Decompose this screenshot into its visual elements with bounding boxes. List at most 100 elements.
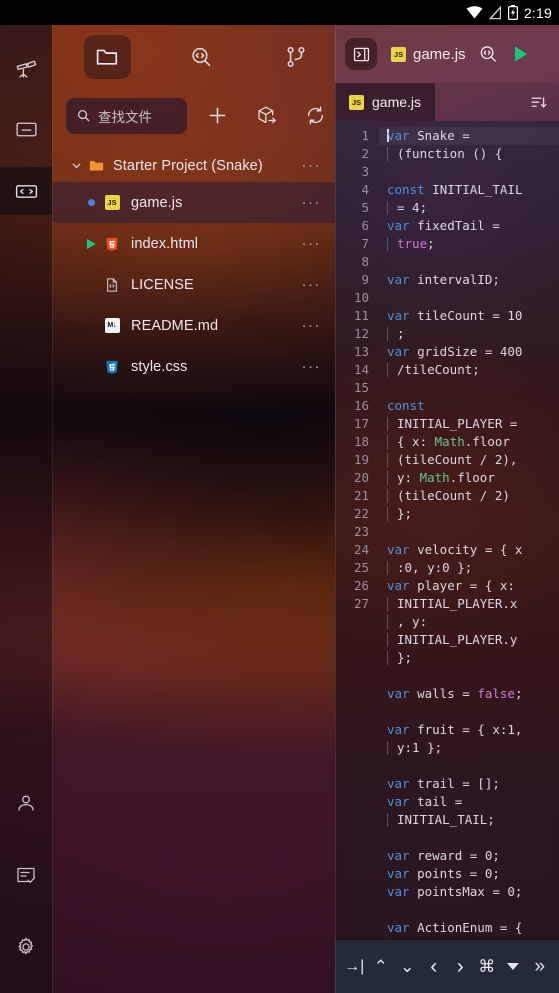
tab-code-search[interactable] [175,35,226,79]
tab-files[interactable] [84,34,132,79]
panel-expand-button[interactable] [345,38,377,70]
refresh-button[interactable] [297,96,335,136]
code-content[interactable]: var Snake = (function () { const INITIAL_… [379,121,559,940]
folder-filled-icon [88,157,105,174]
code-line[interactable]: INITIAL_PLAYER.x [379,595,559,613]
line-number: 5 [361,200,369,215]
code-line[interactable]: var fruit = { x:1, [379,721,559,739]
search-input[interactable]: 查找文件 [66,97,187,134]
code-line[interactable] [379,829,559,847]
dropdown-key[interactable] [501,950,525,984]
arrow-left-key[interactable]: ‹ [422,950,446,984]
code-line[interactable] [379,703,559,721]
code-line[interactable]: (tileCount / 2), [379,451,559,469]
more-keys[interactable]: » [528,950,552,984]
project-row[interactable]: Starter Project (Snake) ··· [52,149,335,182]
file-row-readme-md[interactable]: M↓ README.md ··· [52,305,335,346]
sidebar-item-inbox[interactable] [0,105,52,153]
code-line[interactable]: var Snake = [379,127,559,145]
code-line[interactable]: INITIAL_PLAYER = [379,415,559,433]
editor-search-button[interactable] [472,38,504,70]
code-line[interactable] [379,523,559,541]
tab-game-js[interactable]: JS game.js [335,83,436,121]
code-line[interactable]: :0, y:0 }; [379,559,559,577]
code-line[interactable] [379,379,559,397]
code-line[interactable] [379,901,559,919]
code-line[interactable]: INITIAL_PLAYER.y [379,631,559,649]
code-line[interactable]: , y: [379,613,559,631]
tab-key[interactable]: →| [342,950,366,984]
code-line[interactable]: var points = 0; [379,865,559,883]
sidebar-item-explore[interactable] [0,43,52,91]
add-file-button[interactable] [198,96,236,136]
code-line[interactable]: var trail = []; [379,775,559,793]
code-line[interactable]: y: Math.floor [379,469,559,487]
chevron-down-icon[interactable] [66,159,86,172]
code-editor[interactable]: 1 2 3 4 5 6 7 8 9 10 11 12 13 14 15 16 17 18 19 20 21 22 23 24 2… [335,121,559,940]
code-line[interactable]: var velocity = { x [379,541,559,559]
code-line[interactable] [379,289,559,307]
code-line[interactable] [379,253,559,271]
line-number: 20 [353,470,369,485]
code-line[interactable]: { x: Math.floor [379,433,559,451]
code-line[interactable]: INITIAL_TAIL; [379,811,559,829]
project-menu-button[interactable]: ··· [302,158,322,173]
code-line[interactable]: var tail = [379,793,559,811]
code-line[interactable]: var walls = false; [379,685,559,703]
code-token: false [477,686,515,701]
code-line[interactable]: const INITIAL_TAIL [379,181,559,199]
file-menu-button[interactable]: ··· [302,318,322,333]
sidebar-item-tasks[interactable] [0,851,52,899]
file-name: game.js [131,194,183,211]
file-row-game-js[interactable]: JS game.js ··· [52,182,335,223]
code-line[interactable]: }; [379,649,559,667]
code-line[interactable]: }; [379,505,559,523]
sort-button[interactable] [517,83,559,121]
file-row-style-css[interactable]: style.css ··· [52,346,335,387]
tab-git[interactable] [270,35,321,79]
import-project-button[interactable] [247,96,285,136]
code-token: ; [397,326,405,341]
code-line[interactable] [379,667,559,685]
code-token: y:1 }; [397,740,443,755]
line-number: 23 [353,524,369,539]
code-line[interactable]: (tileCount / 2) [379,487,559,505]
code-line[interactable]: /tileCount; [379,361,559,379]
code-line[interactable]: true; [379,235,559,253]
line-number: 13 [353,344,369,359]
code-line[interactable]: (function () { [379,145,559,163]
file-row-index-html[interactable]: index.html ··· [52,223,335,264]
arrow-down-key[interactable]: ⌄ [395,950,419,984]
code-line[interactable]: const [379,397,559,415]
code-line[interactable]: var fixedTail = [379,217,559,235]
sidebar-item-settings[interactable] [0,923,52,971]
git-branch-icon [287,46,304,67]
file-row-license[interactable]: LICENSE ··· [52,264,335,305]
sidebar-item-account[interactable] [0,779,52,827]
code-line[interactable]: var pointsMax = 0; [379,883,559,901]
code-line[interactable]: var reward = 0; [379,847,559,865]
code-line[interactable]: = 4; [379,199,559,217]
command-key-glyph: ⌘ [478,957,496,976]
code-line[interactable]: var gridSize = 400 [379,343,559,361]
code-line[interactable]: var player = { x: [379,577,559,595]
file-menu-button[interactable]: ··· [302,359,322,374]
code-line[interactable]: ; [379,325,559,343]
code-line[interactable] [379,757,559,775]
file-menu-button[interactable]: ··· [302,195,322,210]
run-triangle-icon[interactable] [80,238,102,249]
code-line[interactable]: var intervalID; [379,271,559,289]
code-line[interactable]: var tileCount = 10 [379,307,559,325]
code-line[interactable] [379,163,559,181]
code-token: var [387,848,410,863]
arrow-up-key[interactable]: ⌃ [369,950,393,984]
code-line[interactable]: var ActionEnum = { [379,919,559,937]
run-button[interactable] [504,38,536,70]
arrow-right-key[interactable]: › [448,950,472,984]
file-menu-button[interactable]: ··· [302,277,322,292]
sidebar-item-code[interactable] [0,167,52,215]
indent-guide [387,417,388,431]
code-line[interactable]: y:1 }; [379,739,559,757]
command-key[interactable]: ⌘ [475,950,499,984]
file-menu-button[interactable]: ··· [302,236,322,251]
